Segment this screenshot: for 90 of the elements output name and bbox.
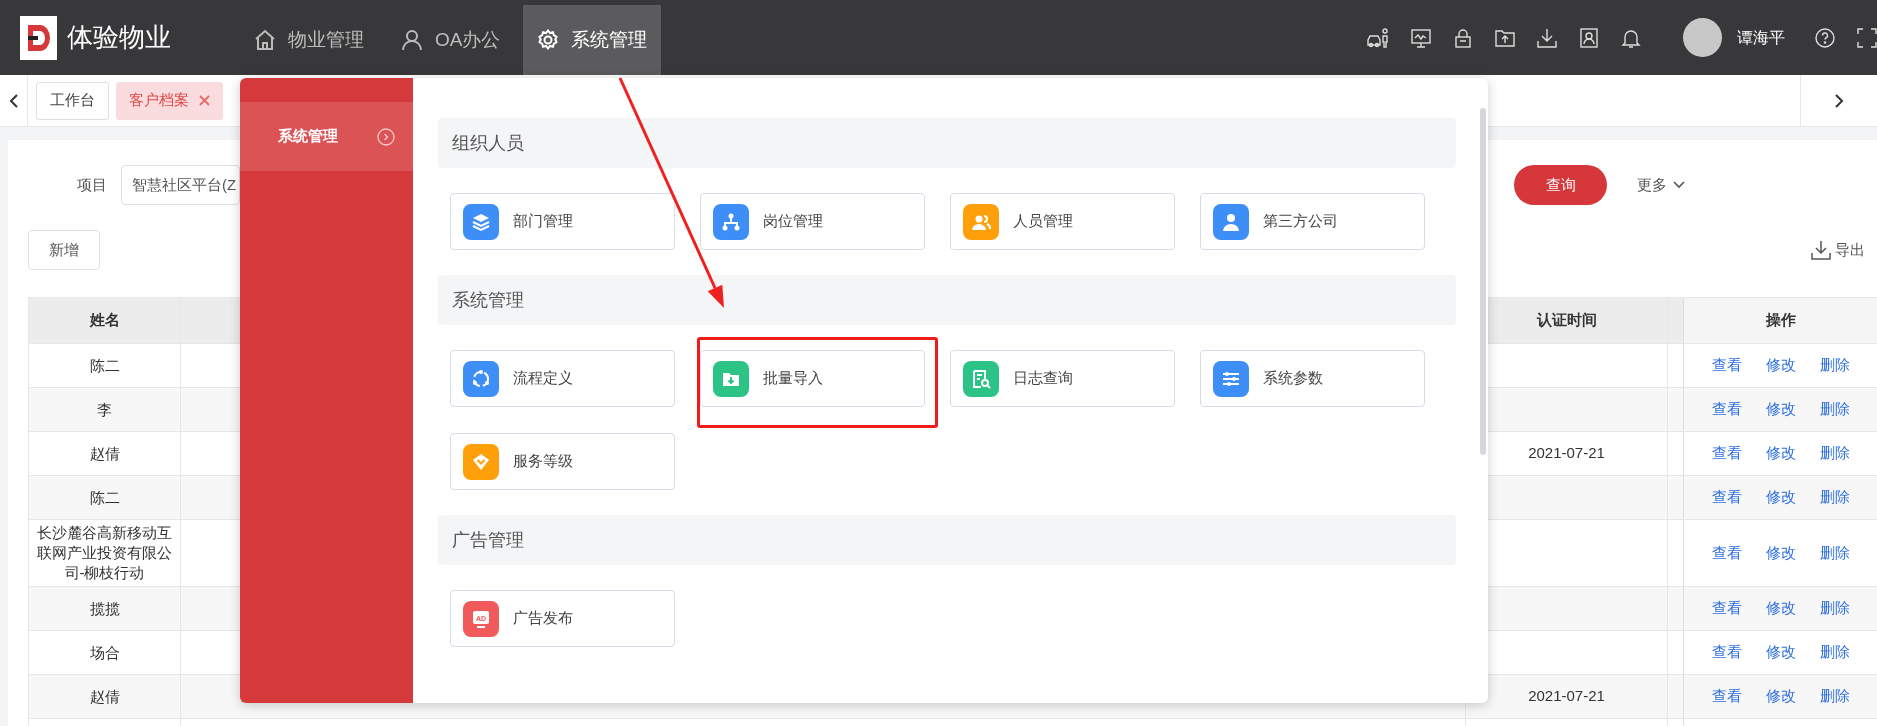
contact-card-icon[interactable] [1579, 27, 1599, 48]
action-link[interactable]: 删除 [1819, 442, 1850, 465]
menu-card[interactable]: 系统参数 [1200, 350, 1425, 407]
action-link[interactable]: 删除 [1819, 398, 1850, 421]
action-link[interactable]: 查看 [1711, 442, 1742, 465]
action-link[interactable]: 查看 [1711, 354, 1742, 377]
flow-cycle-icon [463, 360, 499, 397]
table-cell: 场合 [89, 642, 120, 663]
sidebar-item[interactable]: 系统管理 [240, 102, 413, 171]
user-icon [1213, 203, 1249, 240]
action-link[interactable]: 删除 [1819, 685, 1850, 708]
action-link[interactable]: 删除 [1819, 541, 1850, 565]
logo-icon [20, 15, 57, 60]
layers-icon [463, 203, 499, 240]
action-link[interactable]: 查看 [1711, 641, 1742, 664]
column-header: 操作 [1683, 298, 1877, 343]
chevron-circle-icon [377, 127, 395, 146]
table-cell-text: 2021-07-21 [1528, 443, 1605, 464]
car-person-icon[interactable] [1367, 27, 1389, 48]
user-avatar[interactable] [1683, 18, 1722, 57]
table-cell: 长沙麓谷高新移动互联网产业投资有限公司-柳枝行动 [36, 523, 173, 583]
chevron-right-icon [1834, 92, 1844, 109]
log-search-icon [963, 360, 999, 397]
monitor-icon[interactable] [1411, 27, 1431, 48]
settings-icon [537, 29, 560, 51]
menu-card[interactable]: 第三方公司 [1200, 193, 1425, 250]
menu-card[interactable]: 部门管理 [450, 193, 675, 250]
scrollbar-thumb[interactable] [1480, 108, 1486, 455]
folder-download-icon [713, 360, 749, 397]
lock-icon[interactable] [1453, 27, 1473, 48]
add-button[interactable]: 新增 [28, 230, 100, 270]
action-link[interactable]: 修改 [1765, 398, 1796, 421]
nav-item[interactable]: OA办公 [387, 5, 515, 75]
table-cell: 赵倩 [89, 443, 120, 464]
org-chart-icon [713, 203, 749, 240]
sliders-icon [1213, 360, 1249, 397]
action-link[interactable]: 修改 [1765, 486, 1796, 509]
action-link[interactable]: 修改 [1765, 354, 1796, 377]
download-icon [1811, 240, 1831, 260]
action-link[interactable]: 修改 [1765, 541, 1796, 565]
action-link[interactable]: 修改 [1765, 597, 1796, 620]
action-link[interactable]: 查看 [1711, 597, 1742, 620]
chevron-left-icon [8, 92, 19, 109]
nav-item[interactable]: 系统管理 [523, 5, 662, 75]
table-cell-text: 2021-07-21 [1528, 686, 1605, 707]
menu-card[interactable]: 日志查询 [950, 350, 1175, 407]
users-icon [963, 203, 999, 240]
menu-card[interactable]: 批量导入 [700, 350, 925, 407]
table-cell: 赵倩 [89, 686, 120, 707]
section-header: 系统管理 [438, 275, 1456, 325]
action-link[interactable]: 查看 [1711, 685, 1742, 708]
menu-card[interactable]: 人员管理 [950, 193, 1175, 250]
table-cell: 李 [97, 399, 112, 420]
action-link[interactable]: 修改 [1765, 442, 1796, 465]
nav-item[interactable]: 物业管理 [240, 5, 378, 75]
action-link[interactable]: 修改 [1765, 641, 1796, 664]
action-link[interactable]: 删除 [1819, 354, 1850, 377]
action-link[interactable]: 查看 [1711, 541, 1742, 565]
house-icon [254, 29, 276, 51]
app-title: 体验物业 [67, 21, 171, 54]
section-header: 组织人员 [438, 118, 1456, 168]
table-cell: 陈二 [89, 487, 120, 508]
download-icon[interactable] [1537, 27, 1557, 48]
person-icon [401, 29, 423, 51]
action-link[interactable]: 查看 [1711, 486, 1742, 509]
table-cell: 陈二 [89, 355, 120, 376]
field-label: 项目 [77, 174, 107, 195]
menu-card[interactable]: 流程定义 [450, 350, 675, 407]
action-link[interactable]: 查看 [1711, 398, 1742, 421]
help-icon[interactable] [1815, 27, 1835, 48]
menu-card[interactable]: 岗位管理 [700, 193, 925, 250]
more-toggle[interactable]: 更多 [1637, 173, 1685, 197]
tab[interactable]: 工作台 [36, 81, 109, 120]
user-name[interactable]: 谭海平 [1737, 25, 1785, 50]
folder-upload-icon[interactable] [1495, 27, 1515, 48]
query-button[interactable]: 查询 [1514, 165, 1607, 205]
bell-icon[interactable] [1621, 27, 1641, 48]
section-header: 广告管理 [438, 515, 1456, 565]
action-link[interactable]: 修改 [1765, 685, 1796, 708]
action-link[interactable]: 删除 [1819, 597, 1850, 620]
tab[interactable]: 客户档案 [116, 81, 223, 120]
column-header: 姓名 [29, 298, 181, 343]
action-link[interactable]: 删除 [1819, 486, 1850, 509]
chevron-down-icon [1673, 181, 1685, 189]
table-cell: 揽揽 [89, 598, 120, 619]
export-button[interactable]: 导出 [1811, 238, 1865, 262]
menu-card[interactable]: 服务等级 [450, 433, 675, 490]
action-link[interactable]: 删除 [1819, 641, 1850, 664]
fullscreen-icon[interactable] [1857, 27, 1877, 48]
project-select[interactable]: 智慧社区平台(Z [121, 165, 240, 205]
